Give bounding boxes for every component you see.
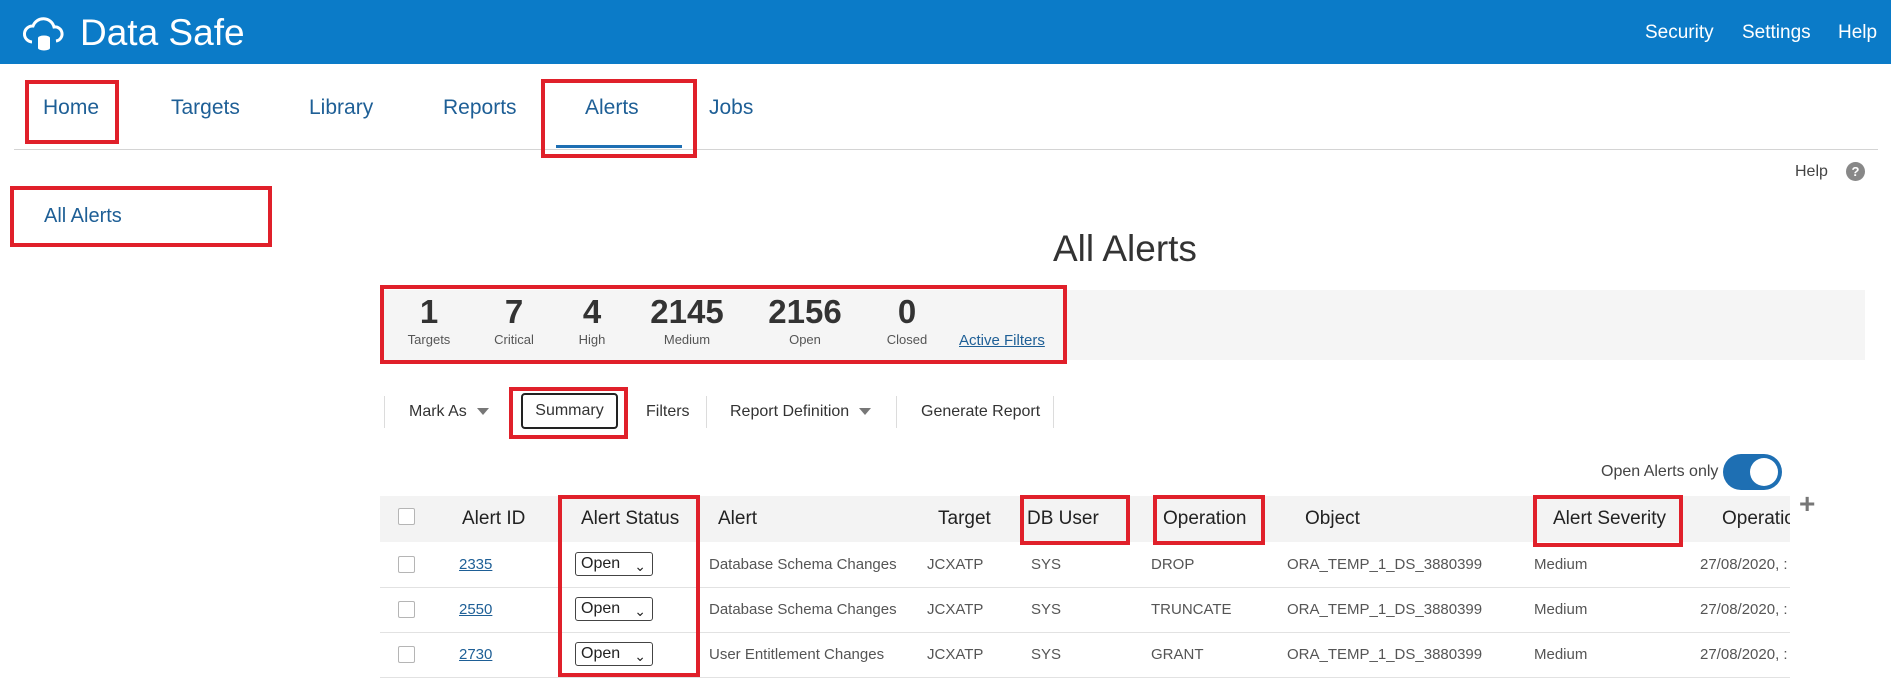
alert-id-link[interactable]: 2730 xyxy=(459,646,492,663)
alert-severity: Medium xyxy=(1534,601,1588,618)
highlight-alert-status-column xyxy=(558,495,700,677)
alert-id-link[interactable]: 2335 xyxy=(459,556,492,573)
row-checkbox[interactable] xyxy=(398,601,415,618)
alert-name: User Entitlement Changes xyxy=(709,646,885,663)
operation-time: 27/08/2020, : xyxy=(1700,556,1788,573)
target-name: JCXATP xyxy=(927,601,984,618)
mark-as-label: Mark As xyxy=(409,403,467,420)
help-icon[interactable]: ? xyxy=(1846,162,1865,181)
select-all-checkbox[interactable] xyxy=(398,508,415,525)
col-object[interactable]: Object xyxy=(1305,508,1360,530)
object-name: ORA_TEMP_1_DS_3880399 xyxy=(1287,601,1483,618)
tab-jobs[interactable]: Jobs xyxy=(709,96,753,120)
toggle-knob xyxy=(1750,458,1778,486)
toolbar-divider xyxy=(896,396,897,428)
toolbar-divider xyxy=(1053,396,1054,428)
operation: GRANT xyxy=(1151,646,1204,663)
report-definition-label: Report Definition xyxy=(730,403,850,420)
add-column-icon[interactable]: + xyxy=(1799,488,1815,520)
operation: DROP xyxy=(1151,556,1195,573)
open-alerts-only-label: Open Alerts only xyxy=(1601,463,1719,480)
alert-severity: Medium xyxy=(1534,556,1588,573)
app-title: Data Safe xyxy=(80,12,245,53)
cloud-database-icon xyxy=(23,17,64,51)
alert-name: Database Schema Changes xyxy=(709,601,897,618)
row-checkbox[interactable] xyxy=(398,646,415,663)
help-link[interactable]: Help xyxy=(1795,163,1828,181)
generate-report-button[interactable]: Generate Report xyxy=(921,403,1040,421)
col-alert-id[interactable]: Alert ID xyxy=(462,508,525,530)
tab-targets[interactable]: Targets xyxy=(171,96,240,120)
target-name: JCXATP xyxy=(927,556,984,573)
app-header: Data Safe Security Settings Help xyxy=(0,0,1891,64)
tab-library[interactable]: Library xyxy=(309,96,373,120)
operation-time: 27/08/2020, : xyxy=(1700,601,1788,618)
toolbar-divider xyxy=(384,396,385,428)
row-checkbox[interactable] xyxy=(398,556,415,573)
highlight-operation-column xyxy=(1153,495,1265,545)
tab-reports[interactable]: Reports xyxy=(443,96,517,120)
highlight-alerts-tab xyxy=(541,79,697,158)
alert-id-link[interactable]: 2550 xyxy=(459,601,492,618)
mark-as-menu[interactable]: Mark As xyxy=(409,403,489,421)
col-alert[interactable]: Alert xyxy=(718,508,757,530)
highlight-summary-stats xyxy=(380,285,1067,364)
db-user: SYS xyxy=(1031,646,1062,663)
filters-button[interactable]: Filters xyxy=(646,403,690,421)
highlight-home xyxy=(25,80,119,144)
operation-time: 27/08/2020, : xyxy=(1700,646,1788,663)
target-name: JCXATP xyxy=(927,646,984,663)
object-name: ORA_TEMP_1_DS_3880399 xyxy=(1287,556,1483,573)
db-user: SYS xyxy=(1031,556,1062,573)
report-definition-menu[interactable]: Report Definition xyxy=(730,403,872,421)
highlight-db-user-column xyxy=(1020,495,1130,545)
alert-name: Database Schema Changes xyxy=(709,556,897,573)
highlight-summary-button xyxy=(509,387,628,439)
db-user: SYS xyxy=(1031,601,1062,618)
operation: TRUNCATE xyxy=(1151,601,1232,618)
toolbar-divider xyxy=(706,396,707,428)
col-target[interactable]: Target xyxy=(938,508,991,530)
topnav-security[interactable]: Security xyxy=(1645,22,1714,44)
page-title: All Alerts xyxy=(1053,228,1197,269)
alert-severity: Medium xyxy=(1534,646,1588,663)
caret-down-icon xyxy=(476,408,489,416)
highlight-alert-severity-column xyxy=(1533,495,1683,547)
topnav-help[interactable]: Help xyxy=(1838,22,1877,44)
object-name: ORA_TEMP_1_DS_3880399 xyxy=(1287,646,1483,663)
highlight-all-alerts xyxy=(10,186,272,247)
open-alerts-only-toggle[interactable] xyxy=(1723,454,1782,490)
caret-down-icon xyxy=(859,408,872,416)
col-operation-time[interactable]: Operatio xyxy=(1722,508,1790,530)
topnav-settings[interactable]: Settings xyxy=(1742,22,1811,44)
nav-divider xyxy=(14,149,1878,150)
